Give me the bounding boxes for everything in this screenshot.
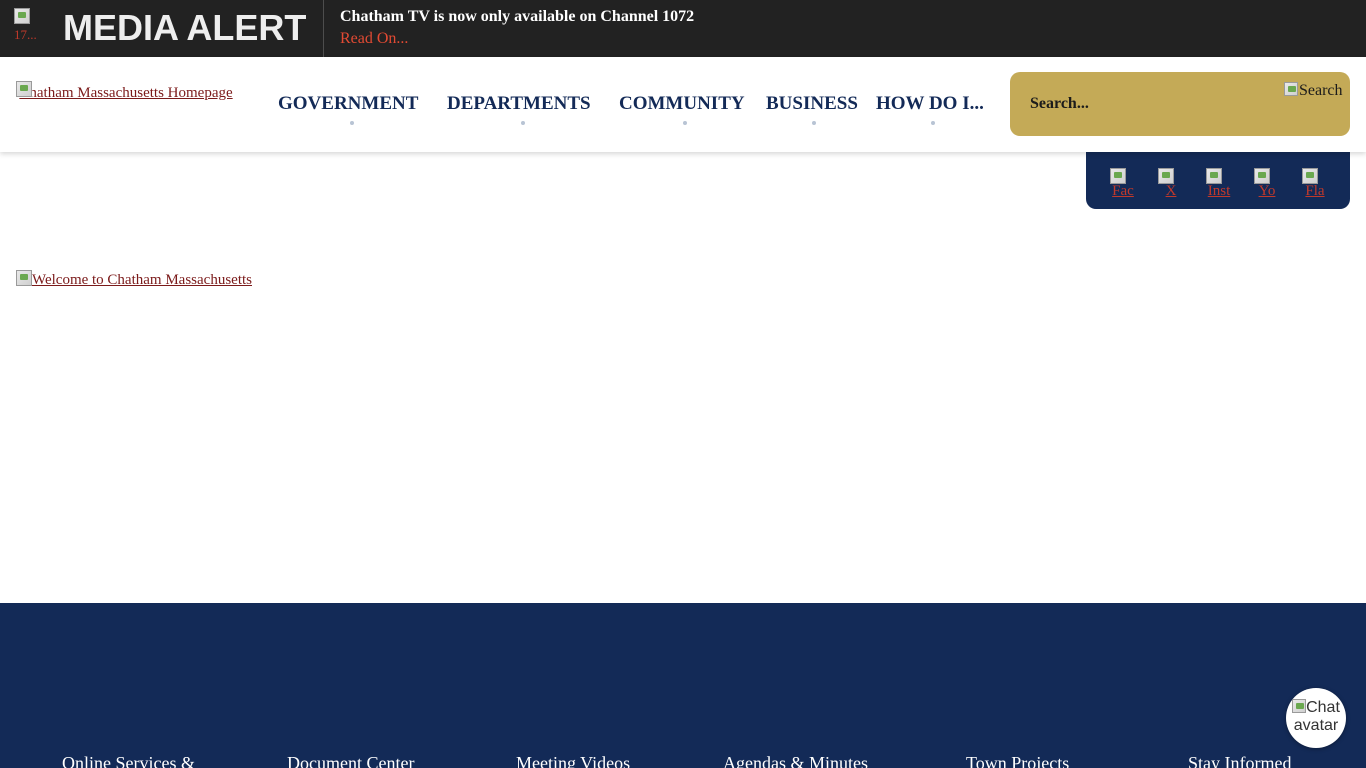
search-input[interactable]	[1020, 84, 1270, 124]
instagram-icon	[1206, 168, 1222, 184]
nav-departments[interactable]: DEPARTMENTS	[447, 91, 591, 117]
youtube-icon	[1254, 168, 1270, 184]
search-button-alt: Search	[1299, 82, 1343, 99]
flag-link[interactable]: Fla	[1302, 168, 1328, 204]
welcome-image-link[interactable]: Welcome to Chatham Massachusetts	[16, 270, 252, 290]
alert-image-alt: 17...	[14, 27, 37, 42]
footer-link-meeting-videos[interactable]: Meeting Videos	[516, 751, 630, 768]
x-icon	[1158, 168, 1174, 184]
broken-image-icon	[16, 81, 32, 97]
nav-business[interactable]: BUSINESS	[766, 91, 858, 117]
nav-community-indicator	[683, 121, 687, 125]
alert-divider	[323, 0, 324, 57]
instagram-alt: Inst	[1207, 183, 1231, 199]
youtube-alt: Yo	[1258, 183, 1276, 199]
footer-link-document-center[interactable]: Document Center	[287, 751, 414, 768]
broken-image-icon	[1284, 82, 1298, 96]
x-alt: X	[1165, 183, 1177, 199]
homepage-logo-link[interactable]: Chatham Massachusetts Homepage	[16, 81, 236, 105]
footer-link-stay-informed[interactable]: Stay Informed	[1188, 751, 1291, 768]
alert-title: MEDIA ALERT	[63, 7, 307, 48]
facebook-icon	[1110, 168, 1126, 184]
instagram-link[interactable]: Inst	[1206, 168, 1232, 204]
flag-alt: Fla	[1305, 183, 1325, 199]
nav-how-do-i[interactable]: HOW DO I...	[876, 91, 984, 117]
footer-link-agendas-minutes[interactable]: Agendas & Minutes	[723, 751, 868, 768]
site-header: Chatham Massachusetts Homepage GOVERNMEN…	[0, 57, 1366, 152]
footer-link-online-services[interactable]: Online Services &	[62, 751, 195, 768]
broken-image-icon	[14, 8, 30, 24]
x-link[interactable]: X	[1158, 168, 1184, 204]
alert-read-on-link[interactable]: Read On...	[340, 29, 408, 49]
nav-how-do-i-indicator	[931, 121, 935, 125]
logo-alt-text: Chatham Massachusetts Homepage	[19, 85, 233, 101]
broken-image-icon	[16, 270, 32, 286]
flag-icon	[1302, 168, 1318, 184]
nav-departments-indicator	[521, 121, 525, 125]
footer-quick-links: Online Services & Document Center Meetin…	[0, 603, 1366, 768]
chat-icon	[1292, 699, 1307, 713]
nav-government[interactable]: GOVERNMENT	[278, 91, 418, 117]
youtube-link[interactable]: Yo	[1254, 168, 1280, 204]
nav-community[interactable]: COMMUNITY	[619, 91, 745, 117]
footer-link-town-projects[interactable]: Town Projects	[966, 751, 1069, 768]
nav-government-indicator	[350, 121, 354, 125]
alert-message: Chatham TV is now only available on Chan…	[340, 8, 695, 25]
facebook-alt: Fac	[1112, 183, 1134, 199]
search-box: Search	[1010, 72, 1350, 136]
social-media-panel: Fac X Inst Yo Fla	[1086, 152, 1350, 209]
welcome-alt-text: Welcome to Chatham Massachusetts	[32, 272, 252, 288]
alert-image: 17...	[14, 8, 56, 48]
chat-avatar-button[interactable]: Chat avatar	[1286, 688, 1346, 748]
facebook-link[interactable]: Fac	[1110, 168, 1136, 204]
nav-business-indicator	[812, 121, 816, 125]
media-alert-bar: 17... MEDIA ALERT Chatham TV is now only…	[0, 0, 1366, 57]
search-button[interactable]: Search	[1284, 80, 1343, 102]
